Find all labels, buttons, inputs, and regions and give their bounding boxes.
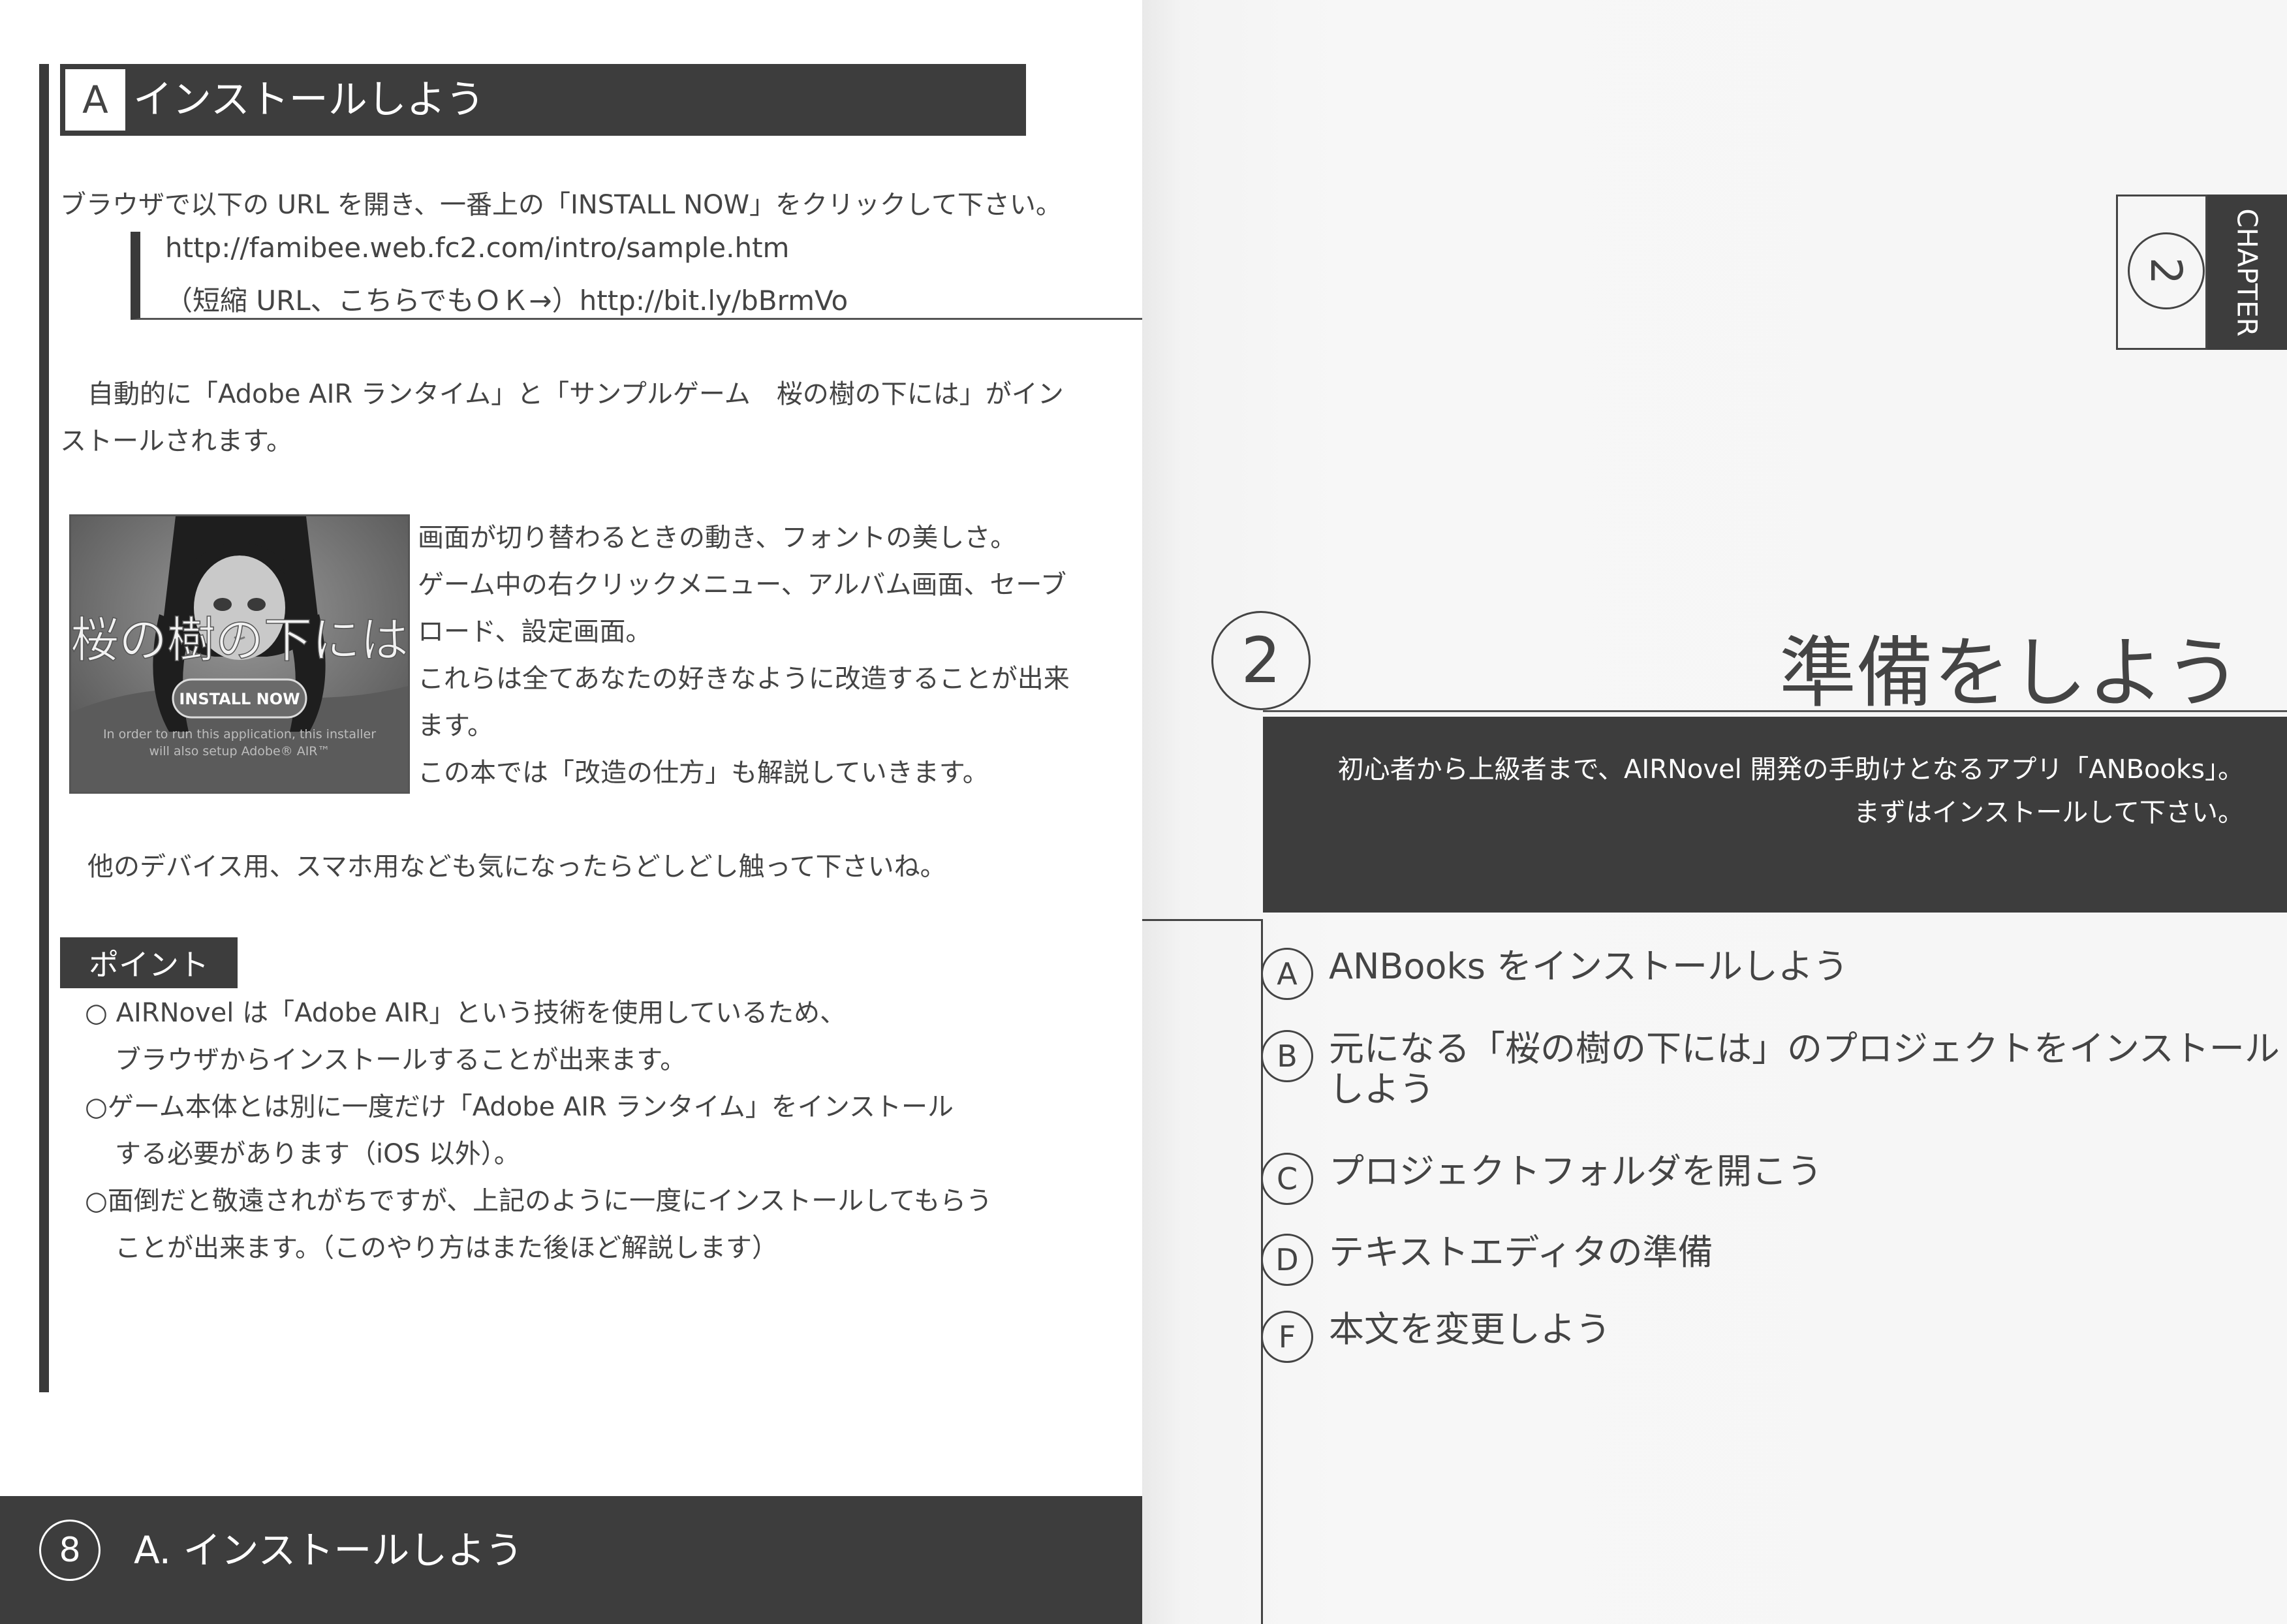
feature-line-1: 画面が切り替わるときの動き、フォントの美しさ。 [418, 523, 1017, 553]
other-devices-text: 他のデバイス用、スマホ用なども気になったらどしどし触って下さいね。 [87, 852, 946, 882]
page-number: 8 [39, 1520, 101, 1581]
install-instruction: ブラウザで以下の URL を開き、一番上の「INSTALL NOW」をクリックし… [60, 190, 1062, 220]
game-thumbnail: 桜の樹の下には INSTALL NOW In order to run this… [69, 514, 410, 794]
game-thumbnail-art: 桜の樹の下には INSTALL NOW In order to run this… [71, 516, 408, 792]
toc-label: プロジェクトフォルダを開こう [1329, 1151, 1822, 1192]
chapter-title: 準備をしよう [1779, 628, 2241, 718]
thumbnail-install-label: INSTALL NOW [179, 690, 300, 708]
point-label: ポイント [60, 937, 238, 988]
short-url-link[interactable]: （短縮 URL、こちらでもＯＫ→）http://bit.ly/bBrmVo [165, 279, 848, 319]
auto-install-line-1: 自動的に「Adobe AIR ランタイム」と「サンプルゲーム 桜の樹の下には」が… [87, 379, 1064, 409]
toc-letter: C [1261, 1153, 1313, 1205]
chapter-tab-label: CHAPTER [2231, 208, 2264, 337]
url-box: http://famibee.web.fc2.com/intro/sample.… [131, 232, 1142, 320]
toc-label-line-2: しよう [1329, 1069, 1435, 1110]
toc-letter: D [1261, 1234, 1313, 1286]
auto-install-line-2: ストールされます。 [60, 426, 292, 456]
chapter-tab: 2 CHAPTER [2116, 195, 2287, 350]
feature-line-2: ゲーム中の右クリックメニュー、アルバム画面、セーブ [418, 570, 1066, 600]
footer-title: A. インストールしよう [134, 1528, 523, 1572]
point-line-4: する必要があります（iOS 以外）。 [115, 1139, 520, 1169]
chapter-tab-number: 2 [2128, 232, 2205, 309]
section-title: インストールしよう [133, 77, 485, 123]
point-line-1: ○ AIRNovel は「Adobe AIR」という技術を使用しているため、 [85, 998, 847, 1028]
chapter-tab-label-wrap: CHAPTER [2207, 195, 2287, 350]
toc-connector-horizontal [1142, 919, 1263, 921]
auto-install-text: 自動的に「Adobe AIR ランタイム」と「サンプルゲーム 桜の樹の下には」が… [60, 371, 1064, 465]
toc-letter: A [1261, 948, 1313, 1000]
toc-label: 本文を変更しよう [1329, 1309, 1611, 1350]
intro-line-1: 初心者から上級者まで、AIRNovel 開発の手助けとなるアプリ「ANBooks… [1337, 755, 2244, 785]
thumbnail-notice-1: In order to run this application, this i… [103, 727, 376, 742]
toc-label: ANBooks をインストールしよう [1329, 946, 1848, 987]
toc-letter: B [1261, 1030, 1313, 1082]
feature-description: 画面が切り替わるときの動き、フォントの美しさ。 ゲーム中の右クリックメニュー、ア… [418, 514, 1070, 796]
section-letter: A [65, 69, 125, 131]
right-page: 2 CHAPTER 2 準備をしよう 初心者から上級者まで、AIRNovel 開… [1142, 0, 2287, 1624]
point-line-6: ことが出来ます。（このやり方はまた後ほど解説します） [115, 1233, 778, 1263]
left-page: A インストールしよう ブラウザで以下の URL を開き、一番上の「INSTAL… [0, 0, 1142, 1624]
point-list: ○ AIRNovel は「Adobe AIR」という技術を使用しているため、 ブ… [85, 990, 992, 1272]
toc-label-line-1: 元になる「桜の樹の下には」のプロジェクトをインストール [1329, 1028, 2280, 1069]
toc-label: テキストエディタの準備 [1329, 1232, 1713, 1273]
chapter-intro: 初心者から上級者まで、AIRNovel 開発の手助けとなるアプリ「ANBooks… [1263, 717, 2287, 913]
feature-line-6: この本では「改造の仕方」も解説していきます。 [418, 758, 989, 788]
toc-letter: F [1261, 1311, 1313, 1363]
point-line-2: ブラウザからインストールすることが出来ます。 [115, 1045, 687, 1075]
toc-connector-vertical [1261, 919, 1263, 1624]
sample-url-link[interactable]: http://famibee.web.fc2.com/intro/sample.… [165, 232, 789, 264]
intro-line-2: まずはインストールして下さい。 [1854, 798, 2244, 828]
feature-line-3: ロード、設定画面。 [418, 617, 652, 647]
left-margin-bar [39, 64, 49, 1392]
thumbnail-notice-2: will also setup Adobe® AIR™ [149, 744, 330, 758]
section-header: A インストールしよう [60, 64, 1026, 136]
point-line-3: ○ゲーム本体とは別に一度だけ「Adobe AIR ランタイム」をインストール [85, 1092, 954, 1122]
title-rule [1263, 710, 2287, 712]
thumbnail-game-title: 桜の樹の下には [71, 612, 408, 668]
point-line-5: ○面倒だと敬遠されがちですが、上記のように一度にインストールしてもらう [85, 1186, 993, 1216]
feature-line-5: ます。 [418, 711, 493, 741]
feature-line-4: これらは全てあなたの好きなように改造することが出来 [418, 664, 1070, 694]
chapter-number: 2 [1211, 611, 1311, 710]
toc-label: 元になる「桜の樹の下には」のプロジェクトをインストール しよう [1329, 1029, 2280, 1110]
